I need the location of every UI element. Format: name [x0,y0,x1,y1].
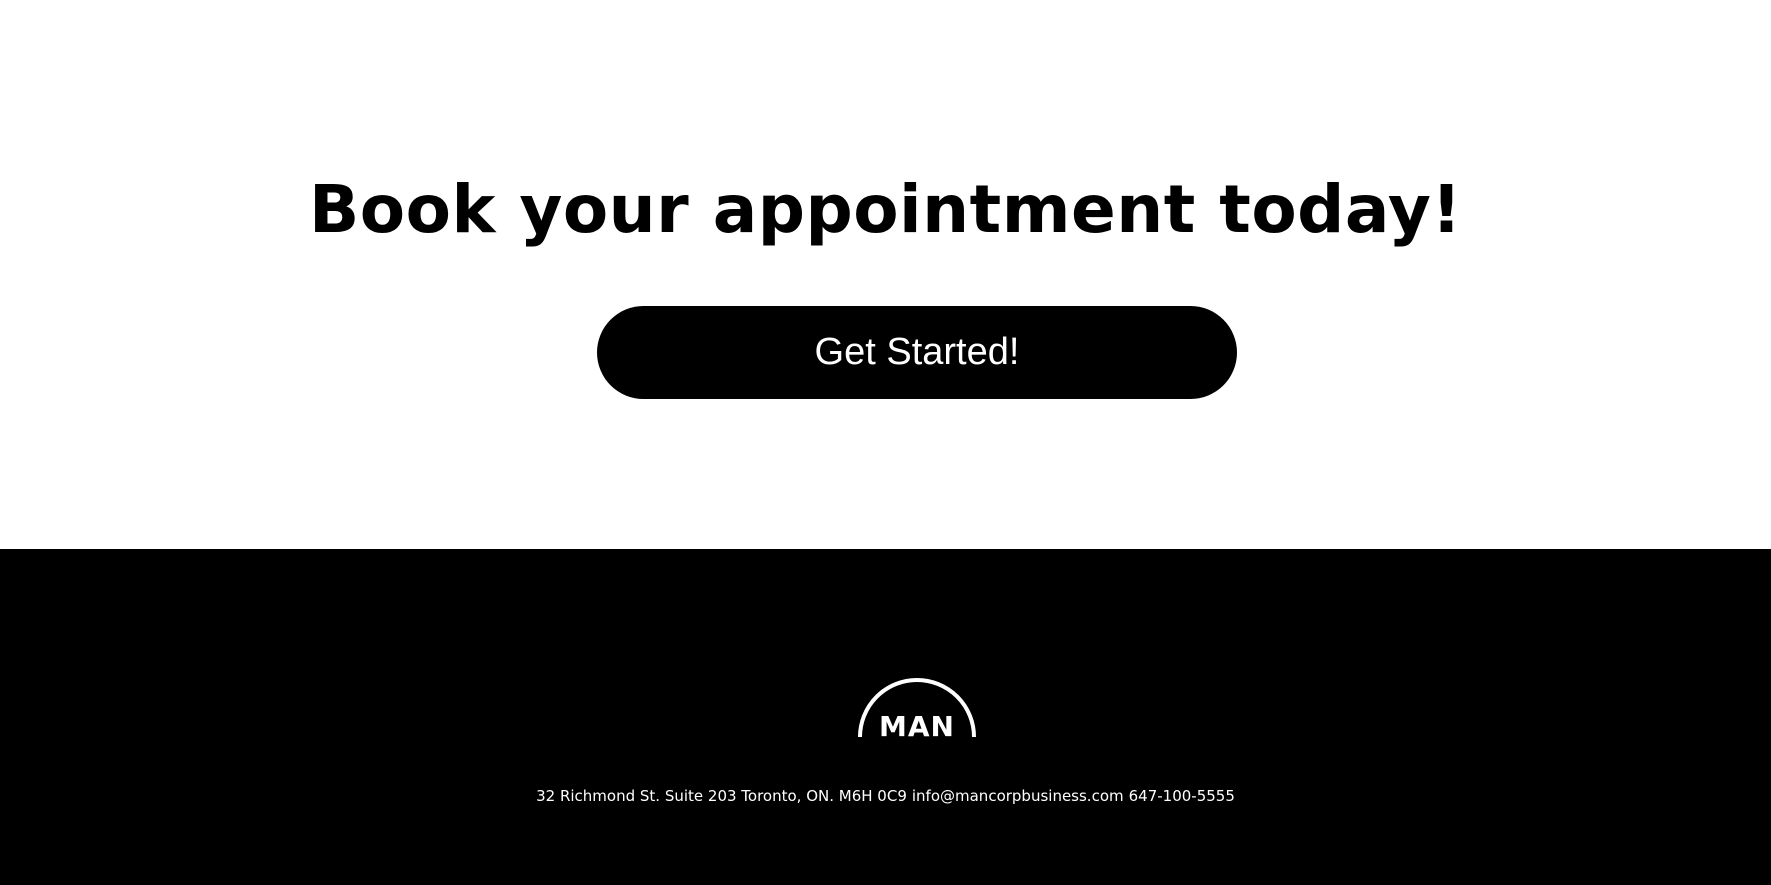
footer-address: 32 Richmond St. Suite 203 Toronto, ON. M… [536,787,907,805]
footer-contact-info: 32 Richmond St. Suite 203 Toronto, ON. M… [0,786,1771,806]
page: Book your appointment today! Get Started… [0,0,1771,885]
logo-text: MAN [879,710,955,738]
man-logo-icon[interactable]: MAN [856,670,978,738]
site-footer: MAN 32 Richmond St. Suite 203 Toronto, O… [0,549,1771,885]
footer-email-link[interactable]: info@mancorpbusiness.com [912,787,1124,805]
footer-phone[interactable]: 647-100-5555 [1129,787,1235,805]
page-title: Book your appointment today! [308,171,1463,248]
hero-section: Book your appointment today! Get Started… [0,0,1771,549]
get-started-button[interactable]: Get Started! [597,306,1237,399]
